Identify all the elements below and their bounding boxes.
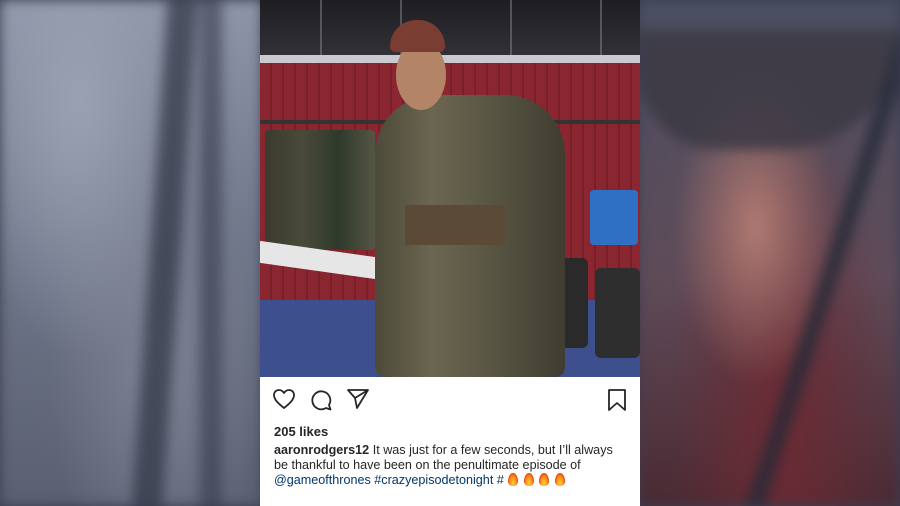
instagram-post-card: 205 likes aaronrodgers12 It was just for… [260,0,640,506]
blurred-background-right [638,0,900,506]
post-caption: aaronrodgers12 It was just for a few sec… [274,443,626,488]
fire-emoji-icon [554,473,565,486]
fire-emoji-icon [508,473,519,486]
comment-icon[interactable] [309,388,333,412]
blurred-background-left [0,0,262,506]
like-count[interactable]: 205 likes [274,424,328,439]
post-actions-bar [272,388,628,412]
caption-mention[interactable]: @gameofthrones [274,473,371,487]
post-photo [260,0,640,377]
bookmark-icon[interactable] [606,388,628,412]
heart-icon[interactable] [272,388,296,410]
fire-emoji-icon [539,473,550,486]
caption-hashtag[interactable]: #crazyepisodetonight # [371,473,504,487]
caption-username[interactable]: aaronrodgers12 [274,443,369,457]
send-icon[interactable] [346,388,370,410]
fire-emoji-icon [523,473,534,486]
